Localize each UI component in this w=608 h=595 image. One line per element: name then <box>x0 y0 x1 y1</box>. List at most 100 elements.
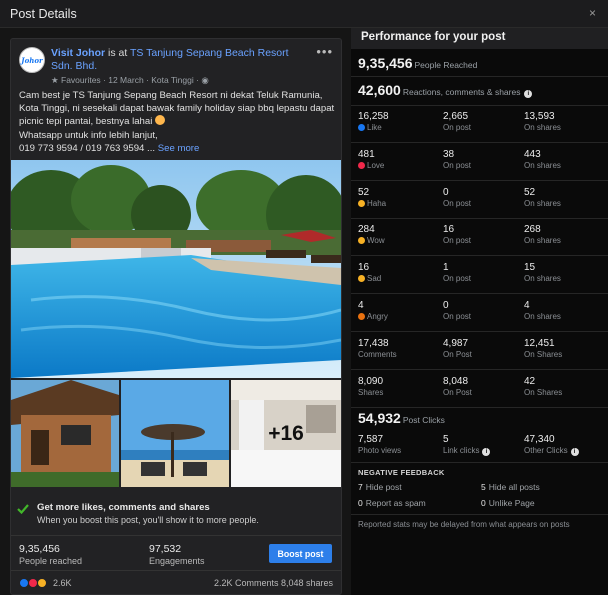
on-post-label: On post <box>443 198 472 208</box>
post-header: Johor Visit Johor is at TS Tanjung Sepan… <box>19 44 335 91</box>
click-value: 5 <box>443 434 449 445</box>
info-icon[interactable]: i <box>482 448 491 456</box>
star-icon: ★ <box>51 75 59 85</box>
post-clicks-value: 54,932 <box>358 410 401 426</box>
on-post-value: 1 <box>443 262 449 274</box>
angry-icon <box>358 313 365 320</box>
on-shares-label: On Shares <box>524 387 563 397</box>
metric-label: Comments <box>358 350 397 359</box>
performance-header: Performance for your post <box>351 28 608 49</box>
page-avatar[interactable]: Johor <box>19 47 45 73</box>
on-post-value: 2,665 <box>443 111 469 122</box>
post-stats: 9,35,456 People reached 97,532 Engagemen… <box>11 535 341 571</box>
window-title: Post Details <box>10 7 77 21</box>
on-shares-label: On shares <box>524 312 561 321</box>
on-post-label: On post <box>443 160 472 170</box>
negative-feedback-title: NEGATIVE FEEDBACK <box>358 468 445 477</box>
negative-feedback-item[interactable]: 0 Unlike Page <box>481 498 535 508</box>
metric-label-text: Comments <box>358 349 397 359</box>
negative-feedback-item[interactable]: 0 Report as spam <box>358 498 426 508</box>
on-shares-value: 4 <box>524 300 530 311</box>
reaction-bar: 2.6K 2.2K Comments 8,048 shares <box>11 573 341 593</box>
info-icon[interactable]: i <box>570 448 579 456</box>
on-shares-label: On shares <box>524 198 561 208</box>
more-photos-count[interactable]: +16 <box>231 380 341 487</box>
author-verb: is at <box>105 47 130 59</box>
engagements-value: 97,532 <box>149 543 182 555</box>
click-label: Photo views <box>358 446 401 455</box>
negative-feedback-label: Report as spam <box>365 498 426 508</box>
engagement-stat: 42,600 Reactions, comments & shares i <box>358 82 533 98</box>
on-shares-label: On Shares <box>524 349 563 359</box>
on-post-value: 0 <box>443 186 449 198</box>
metric-label: Love <box>358 161 384 170</box>
reach-label: People Reached <box>414 60 478 70</box>
page-name-link[interactable]: Visit Johor <box>51 47 105 59</box>
heart-eyes-emoji-icon <box>155 115 165 126</box>
comments-shares-count[interactable]: 2.2K Comments 8,048 shares <box>214 578 333 588</box>
close-icon[interactable]: × <box>589 6 596 20</box>
on-post-value: 8,048 <box>443 375 469 387</box>
post-photo-3[interactable] <box>121 380 229 487</box>
metric-label-text: Sad <box>367 274 382 284</box>
metric-label-text: Like <box>367 123 382 132</box>
reach-value: 9,35,456 <box>358 55 413 71</box>
metric-label-text: Love <box>367 160 385 170</box>
engagement-label: Reactions, comments & shares <box>402 87 521 97</box>
negative-feedback-label: Unlike Page <box>488 498 535 508</box>
caption-line2: Whatsapp untuk info lebih lanjut, <box>19 129 158 141</box>
on-post-value: 4,987 <box>443 337 469 349</box>
see-more-link[interactable]: See more <box>158 143 200 154</box>
globe-icon: ◉ <box>201 75 209 85</box>
metric-label: Angry <box>358 312 388 321</box>
metric-total: 284 <box>358 224 375 236</box>
metric-label-text: Shares <box>358 387 384 397</box>
click-label: Link clicks i <box>443 446 491 456</box>
more-options-icon[interactable]: ••• <box>316 44 333 59</box>
post-meta-text: Favourites · 12 March · Kota Tinggi · <box>61 75 199 85</box>
post-photo-4[interactable]: +16 <box>231 380 341 487</box>
love-icon <box>358 161 365 169</box>
metric-label-text: Haha <box>367 198 387 208</box>
post-clicks-label: Post Clicks <box>402 415 445 425</box>
performance-title: Performance for your post <box>361 31 506 43</box>
on-shares-label: On shares <box>524 123 561 132</box>
on-post-label: On post <box>443 312 472 321</box>
metric-total: 16 <box>358 262 370 274</box>
negative-feedback-item[interactable]: 5 Hide all posts <box>481 482 540 492</box>
on-shares-label: On shares <box>524 274 561 284</box>
like-icon <box>358 124 365 131</box>
post-photo-2[interactable] <box>11 380 119 487</box>
reactions-count[interactable]: 2.6K <box>53 578 72 588</box>
wow-icon <box>37 578 47 588</box>
metric-total: 17,438 <box>358 337 389 349</box>
click-label-text: Other Clicks <box>524 446 568 455</box>
metric-total: 4 <box>358 300 364 311</box>
metric-total: 16,258 <box>358 111 389 122</box>
post-photo-main[interactable] <box>11 160 341 378</box>
engagement-value: 42,600 <box>358 82 401 98</box>
negative-feedback-label: Hide post <box>365 482 402 492</box>
post-caption: Cam best je TS Tanjung Sepang Beach Reso… <box>19 89 337 155</box>
on-post-label: On Post <box>443 349 472 359</box>
performance-panel: Performance for your post 9,35,456 People… <box>351 28 608 595</box>
caption-line3: 019 773 9594 / 019 763 9594 ... <box>19 142 156 154</box>
on-shares-value: 42 <box>524 375 536 387</box>
metric-label: Sad <box>358 274 381 283</box>
click-value: 7,587 <box>358 434 384 445</box>
window-titlebar: Post Details × <box>0 0 608 28</box>
on-post-value: 16 <box>443 224 455 236</box>
on-post-label: On post <box>443 274 472 284</box>
boost-subtitle: When you boost this post, you'll show it… <box>37 515 259 525</box>
click-label-text: Link clicks <box>443 446 480 455</box>
on-post-value: 0 <box>443 300 449 311</box>
click-label-text: Photo views <box>358 446 402 455</box>
on-shares-label: On shares <box>524 160 561 170</box>
check-icon <box>17 504 29 515</box>
info-icon[interactable]: i <box>524 90 533 98</box>
negative-feedback-item[interactable]: 7 Hide post <box>358 482 402 492</box>
post-author-line: Visit Johor is at TS Tanjung Sepang Beac… <box>51 47 311 73</box>
haha-icon <box>358 199 365 207</box>
on-shares-value: 268 <box>524 224 541 236</box>
boost-post-button[interactable]: Boost post <box>269 544 332 563</box>
